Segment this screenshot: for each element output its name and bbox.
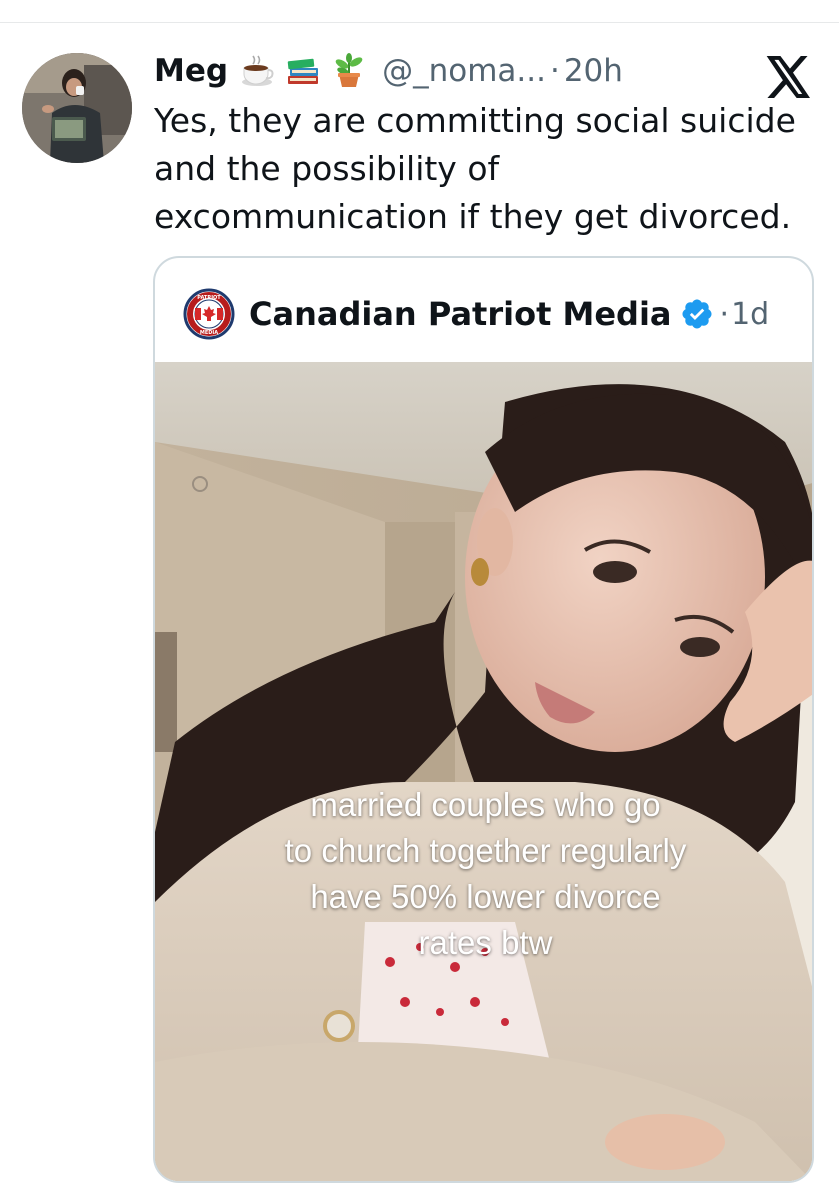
avatar-image: [22, 53, 132, 163]
plant-icon: [335, 53, 363, 87]
author-handle[interactable]: @_noma...: [382, 53, 546, 89]
coffee-icon: [242, 55, 274, 86]
quote-avatar-text-bottom: MEDIA: [200, 330, 218, 336]
quote-timestamp[interactable]: 1d: [731, 297, 769, 332]
header-separator: ·: [549, 53, 560, 89]
quote-media[interactable]: married couples who go to church togethe…: [155, 362, 812, 1181]
caption-line: have 50% lower divorce: [310, 878, 661, 915]
author-display-name[interactable]: Meg: [154, 53, 228, 89]
caption-line: rates btw: [418, 924, 553, 961]
tweet-text: Yes, they are committing social suicide …: [154, 97, 824, 241]
quote-author-name[interactable]: Canadian Patriot Media: [249, 295, 672, 333]
caption-line: married couples who go: [310, 786, 661, 823]
name-emojis: [238, 52, 368, 90]
x-logo-icon[interactable]: [766, 56, 812, 98]
tweet-header: Meg @_noma... · 20h: [154, 48, 623, 94]
quote-separator: ·: [719, 296, 730, 332]
caption-line: to church together regularly: [284, 832, 687, 869]
verified-badge-icon: [681, 299, 712, 329]
photo-woman-in-room: [155, 362, 812, 1181]
author-avatar[interactable]: [22, 53, 132, 163]
tweet-text-line: Yes, they are committing social suicide: [154, 101, 796, 140]
quote-tweet-card[interactable]: PATRIOT MEDIA Canadian Patriot Media · 1…: [153, 256, 814, 1183]
books-icon: [287, 58, 319, 84]
top-divider: [0, 22, 839, 23]
tweet-text-line: excommunication if they get divorced.: [154, 197, 792, 236]
quote-avatar-text-top: PATRIOT: [197, 295, 221, 301]
tweet-text-line: and the possibility of: [154, 149, 500, 188]
quote-header: PATRIOT MEDIA Canadian Patriot Media · 1…: [183, 288, 769, 340]
quote-author-avatar[interactable]: PATRIOT MEDIA: [183, 288, 235, 340]
tweet-timestamp[interactable]: 20h: [564, 53, 623, 89]
media-caption: married couples who go to church togethe…: [155, 782, 812, 966]
